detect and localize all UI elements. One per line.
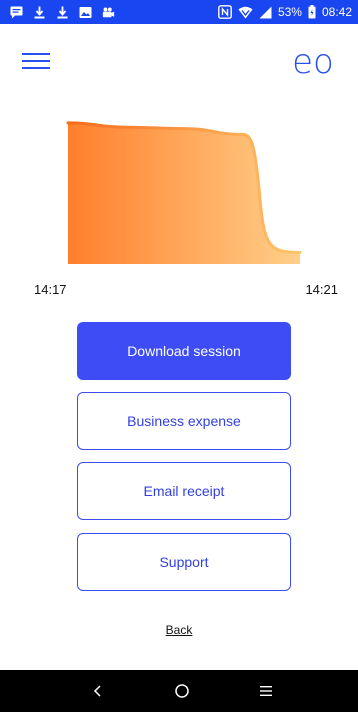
nav-home-icon[interactable] bbox=[162, 670, 202, 712]
download-session-button[interactable]: Download session bbox=[77, 322, 291, 380]
chart-area bbox=[68, 122, 300, 264]
menu-line bbox=[22, 53, 50, 55]
message-icon bbox=[10, 6, 23, 19]
session-chart bbox=[66, 121, 302, 264]
logo-text: eo bbox=[292, 46, 334, 76]
battery-icon bbox=[308, 5, 316, 19]
status-time: 08:42 bbox=[321, 5, 352, 19]
screen: 53% 08:42 eo 14:17 14:21 Download sessio… bbox=[0, 0, 358, 712]
chart-start-time: 14:17 bbox=[34, 282, 67, 297]
support-button[interactable]: Support bbox=[77, 533, 291, 591]
nav-back-icon[interactable] bbox=[78, 670, 118, 712]
status-notifications bbox=[10, 0, 115, 24]
chart-end-time: 14:21 bbox=[305, 282, 338, 297]
menu-line bbox=[22, 60, 50, 62]
battery-percent: 53% bbox=[277, 5, 302, 19]
image-icon bbox=[79, 6, 92, 19]
nfc-icon bbox=[218, 5, 232, 19]
nav-menu-icon[interactable] bbox=[246, 670, 286, 712]
download-icon bbox=[56, 6, 69, 19]
video-icon bbox=[102, 6, 115, 19]
status-indicators: 53% 08:42 bbox=[218, 0, 352, 24]
eo-logo: eo bbox=[292, 46, 334, 76]
status-bar: 53% 08:42 bbox=[0, 0, 358, 24]
email-receipt-button[interactable]: Email receipt bbox=[77, 462, 291, 520]
hamburger-menu-icon[interactable] bbox=[22, 50, 52, 72]
signal-icon bbox=[259, 6, 272, 19]
navigation-bar bbox=[0, 670, 358, 712]
menu-line bbox=[22, 67, 50, 69]
wifi-icon bbox=[238, 6, 253, 19]
business-expense-button[interactable]: Business expense bbox=[77, 392, 291, 450]
download-icon bbox=[33, 6, 46, 19]
back-link[interactable]: Back bbox=[0, 623, 358, 637]
